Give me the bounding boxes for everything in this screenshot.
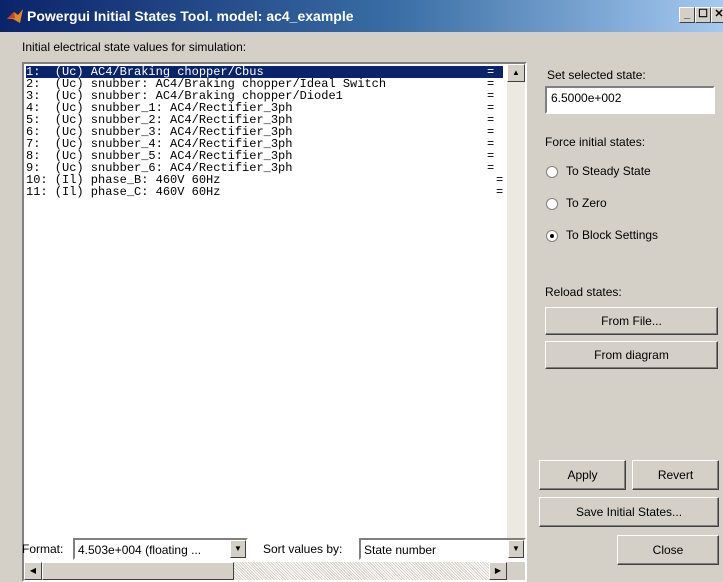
scroll-corner [507,562,525,580]
radio-block-settings-circle[interactable] [546,230,558,242]
from-file-button[interactable]: From File... [545,307,718,335]
horizontal-scroll-track[interactable] [234,562,489,580]
set-state-label: Set selected state: [547,68,646,82]
force-label: Force initial states: [545,135,646,149]
radio-selected-dot [550,234,554,238]
close-button[interactable]: Close [617,535,719,565]
sort-label: Sort values by: [263,542,343,556]
format-dropdown[interactable]: 4.503e+004 (floating ... ▼ [73,538,248,560]
state-equals: = [496,185,504,199]
sort-value: State number [364,543,437,557]
state-text: 11: (Il) phase_C: 460V 60Hz [26,185,221,199]
scroll-left-button[interactable]: ◀ [24,562,42,580]
save-initial-states-button[interactable]: Save Initial States... [539,497,719,527]
reload-label: Reload states: [545,285,622,299]
apply-button[interactable]: Apply [539,460,626,490]
revert-button[interactable]: Revert [632,460,719,490]
radio-steady-state-label: To Steady State [566,164,651,178]
state-value-input[interactable]: 6.5000e+002 [545,86,715,114]
chevron-down-icon[interactable]: ▼ [230,540,246,558]
format-value: 4.503e+004 (floating ... [78,543,202,557]
matlab-icon [7,9,23,23]
horizontal-scroll-thumb[interactable] [42,562,234,580]
maximize-button[interactable]: ☐ [695,7,711,23]
horizontal-scrollbar[interactable]: ◀ ▶ [24,562,507,580]
list-label: Initial electrical state values for simu… [22,40,247,54]
radio-zero-circle[interactable] [546,198,558,210]
radio-zero-label: To Zero [566,196,607,210]
radio-block-settings-label: To Block Settings [566,228,659,242]
close-window-button[interactable]: ✕ [711,7,723,23]
radio-steady-state-circle[interactable] [546,166,558,178]
state-equals: = [487,161,495,175]
state-list-items: 1: (Uc) AC4/Braking chopper/Cbus = 2: (Uc)… [26,65,503,558]
format-label: Format: [22,542,64,556]
scroll-right-button[interactable]: ▶ [489,562,507,580]
scroll-up-button[interactable]: ▲ [507,64,525,82]
sort-dropdown[interactable]: State number ▼ [359,538,526,560]
list-item[interactable]: 11: (Il) phase_C: 460V 60Hz = [26,186,503,198]
state-list[interactable]: 1: (Uc) AC4/Braking chopper/Cbus = 2: (Uc)… [22,62,527,582]
title-bar[interactable]: Powergui Initial States Tool. model: ac4… [0,0,723,32]
minimize-button[interactable]: _ [679,7,695,23]
window-title: Powergui Initial States Tool. model: ac4… [27,8,354,24]
from-diagram-button[interactable]: From diagram [545,341,718,369]
chevron-down-icon[interactable]: ▼ [508,540,524,558]
vertical-scrollbar[interactable]: ▲ ▼ [507,64,525,560]
